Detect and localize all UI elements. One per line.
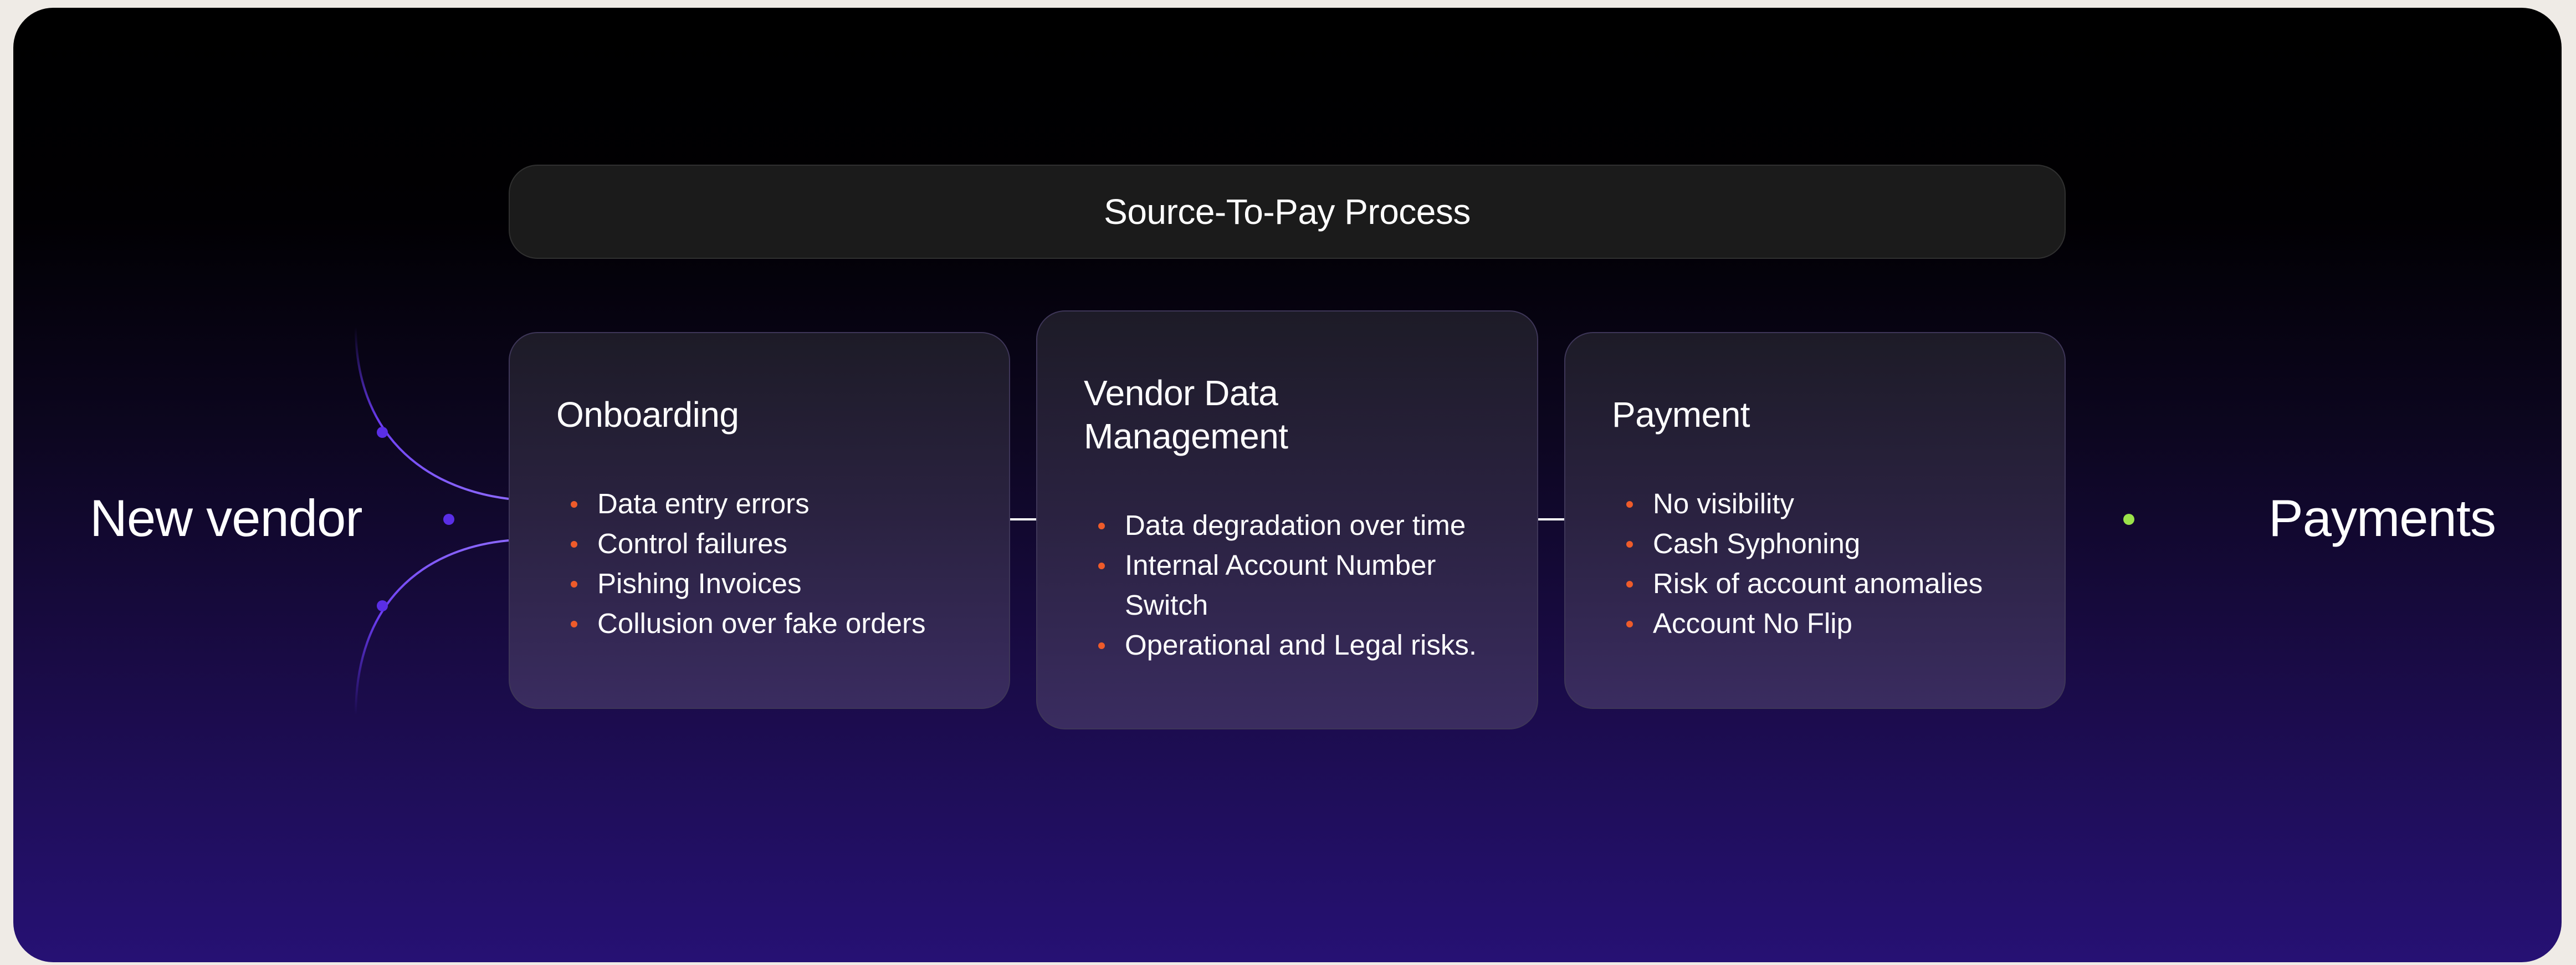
stage-title: Vendor Data Management <box>1084 373 1288 456</box>
stage-issue-list: No visibility Cash Syphoning Risk of acc… <box>1612 484 1983 644</box>
process-header: Source-To-Pay Process <box>509 165 2066 259</box>
list-item: Operational and Legal risks. <box>1084 625 1477 665</box>
input-connector-bottom <box>355 539 509 716</box>
process-title: Source-To-Pay Process <box>1104 192 1471 232</box>
input-connector-top <box>355 326 509 500</box>
target-label: Payments <box>2268 489 2496 547</box>
list-item: No visibility <box>1612 484 1983 524</box>
input-connector-node-top <box>377 427 388 438</box>
stage-issue-list: Data degradation over time Internal Acco… <box>1084 506 1477 665</box>
input-connector-node-middle <box>443 514 454 525</box>
list-item: Pishing Invoices <box>556 564 925 604</box>
stage-card-onboarding: Onboarding Data entry errors Control fai… <box>509 332 1010 709</box>
stage-title: Onboarding <box>556 395 739 435</box>
list-item: Risk of account anomalies <box>1612 564 1983 604</box>
list-item: Account No Flip <box>1612 604 1983 644</box>
list-item: Control failures <box>556 524 925 564</box>
list-item: Internal Account Number Switch <box>1084 545 1446 625</box>
list-item: Collusion over fake orders <box>556 604 925 644</box>
list-item: Data degradation over time <box>1084 506 1477 545</box>
stage-issue-list: Data entry errors Control failures Pishi… <box>556 484 925 644</box>
source-label: New vendor <box>90 489 363 547</box>
list-item: Data entry errors <box>556 484 925 524</box>
output-connector-node <box>2123 514 2134 525</box>
list-item: Cash Syphoning <box>1612 524 1983 564</box>
stage-title: Payment <box>1612 395 1750 435</box>
stage-card-vendor-data-management: Vendor Data Management Data degradation … <box>1036 310 1538 729</box>
stage-card-payment: Payment No visibility Cash Syphoning Ris… <box>1564 332 2066 709</box>
input-connector-node-bottom <box>377 600 388 611</box>
